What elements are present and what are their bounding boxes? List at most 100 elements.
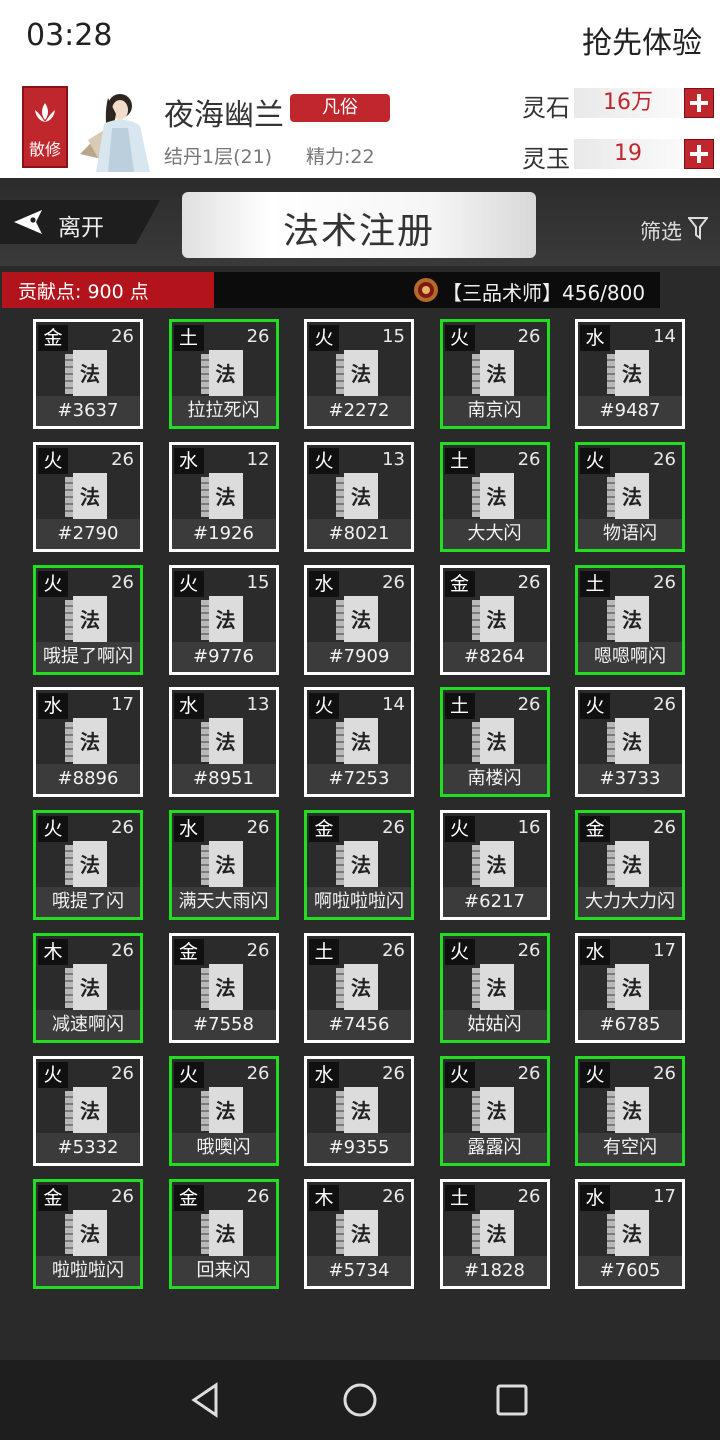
spell-card[interactable]: 土 26 法大大闪 — [439, 441, 550, 552]
spell-level: 26 — [517, 326, 541, 347]
spell-level: 17 — [653, 1185, 676, 1207]
spell-card[interactable]: 水 12 法 #1926 — [168, 441, 279, 552]
home-icon[interactable] — [338, 1378, 382, 1422]
spell-element: 水 — [580, 325, 610, 351]
spell-card[interactable]: 金 26 法 #3637 — [33, 319, 143, 429]
spell-card[interactable]: 土 26 法拉拉死闪 — [168, 319, 279, 429]
spell-element: 火 — [444, 325, 475, 351]
spell-card[interactable]: 火 16 法 #6217 — [439, 810, 550, 921]
spell-card[interactable]: 土 26 法 #7456 — [304, 933, 414, 1043]
spell-level: 26 — [382, 940, 405, 961]
spellbook-glyph: 法 — [344, 964, 378, 1012]
spellbook-glyph: 法 — [73, 595, 107, 644]
spell-card[interactable]: 金 26 法啊啦啦啦闪 — [304, 810, 414, 921]
spell-element: 金 — [309, 816, 339, 843]
spellbook-icon: 法 — [336, 841, 382, 890]
spell-card[interactable]: 木 26 法 #5734 — [304, 1178, 414, 1289]
spell-card[interactable]: 水 17 法 #7605 — [575, 1178, 685, 1289]
spell-level: 26 — [111, 1185, 134, 1207]
spell-name: #5332 — [36, 1132, 140, 1163]
spell-card[interactable]: 火 15 法 #2272 — [304, 319, 414, 429]
sect-badge[interactable]: 散修 — [22, 86, 68, 168]
spell-card[interactable]: 火 26 法 #2790 — [33, 441, 143, 552]
filter-button[interactable]: 筛选 — [640, 216, 682, 246]
back-icon[interactable] — [184, 1378, 228, 1422]
spell-card[interactable]: 土 26 法 #1828 — [439, 1178, 550, 1289]
spell-card[interactable]: 火 26 法有空闪 — [575, 1055, 685, 1166]
spellbook-glyph: 法 — [208, 595, 243, 644]
spell-card[interactable]: 火 26 法 #3733 — [575, 687, 685, 798]
filter-icon[interactable] — [688, 216, 708, 240]
rank-tag: 凡俗 — [290, 94, 390, 122]
spell-card[interactable]: 金 26 法回来闪 — [168, 1178, 279, 1289]
contribution-bar: 贡献点: 900 点 — [2, 272, 214, 308]
spell-level: 17 — [111, 694, 134, 716]
spell-card[interactable]: 火 26 法露露闪 — [439, 1055, 550, 1166]
spellbook-glyph: 法 — [344, 350, 378, 398]
spellbook-spine — [607, 599, 615, 640]
add-spirit-stone-button[interactable] — [684, 88, 714, 118]
spell-name: 啊啦啦啦闪 — [307, 887, 411, 918]
spellbook-spine — [336, 1090, 344, 1131]
spell-card[interactable]: 火 26 法姑姑闪 — [439, 933, 550, 1043]
spell-card[interactable]: 金 26 法 #8264 — [439, 564, 550, 675]
spell-card[interactable]: 木 26 法减速啊闪 — [33, 933, 143, 1043]
spell-level: 26 — [653, 694, 676, 716]
spellbook-icon: 法 — [336, 1086, 382, 1135]
spell-card[interactable]: 火 26 法哦噢闪 — [168, 1055, 279, 1166]
spellbook-icon: 法 — [200, 1086, 247, 1135]
spell-name: #1828 — [442, 1255, 547, 1286]
spell-name: 物语闪 — [578, 518, 682, 549]
spell-card[interactable]: 水 17 法 #6785 — [575, 933, 685, 1043]
spell-level: 26 — [382, 1185, 405, 1207]
spellbook-glyph: 法 — [615, 718, 649, 767]
spellbook-icon: 法 — [607, 472, 653, 521]
spell-level: 26 — [653, 817, 676, 839]
spell-card[interactable]: 火 26 法哦提了啊闪 — [33, 564, 143, 675]
spell-card[interactable]: 土 26 法嗯嗯啊闪 — [575, 564, 685, 675]
page-title: 法术注册 — [282, 211, 435, 252]
spellbook-icon: 法 — [200, 841, 247, 890]
spell-element: 火 — [309, 693, 339, 720]
spell-card[interactable]: 金 26 法啦啦啦闪 — [33, 1178, 143, 1289]
spell-element: 火 — [444, 816, 475, 843]
spell-card[interactable]: 土 26 法南楼闪 — [439, 687, 550, 798]
spellbook-icon: 法 — [65, 472, 111, 521]
system-navigation-bar — [0, 1360, 720, 1440]
add-spirit-jade-button[interactable] — [684, 139, 714, 169]
spell-card[interactable]: 水 13 法 #8951 — [168, 687, 279, 798]
spellbook-spine — [607, 1213, 615, 1254]
spellbook-glyph: 法 — [615, 472, 649, 521]
spell-card[interactable]: 火 26 法物语闪 — [575, 441, 685, 552]
spell-element: 火 — [309, 447, 339, 474]
spell-element: 水 — [173, 447, 204, 474]
spellbook-spine — [471, 1090, 480, 1131]
spell-card[interactable]: 水 14 法 #9487 — [575, 319, 685, 429]
spell-element: 水 — [173, 693, 204, 720]
spellbook-icon: 法 — [336, 718, 382, 767]
avatar[interactable] — [74, 84, 156, 172]
leave-button[interactable]: 离开 — [0, 200, 160, 244]
spell-card[interactable]: 火 26 法 #5332 — [33, 1055, 143, 1166]
spell-level: 26 — [246, 817, 270, 839]
spell-card[interactable]: 火 26 法南京闪 — [439, 319, 550, 429]
title-banner: 法术注册 — [182, 192, 536, 258]
spellbook-icon: 法 — [607, 1086, 653, 1135]
spell-card[interactable]: 水 26 法 #9355 — [304, 1055, 414, 1166]
spell-level: 26 — [246, 1062, 270, 1084]
spell-card[interactable]: 水 17 法 #8896 — [33, 687, 143, 798]
recents-icon[interactable] — [490, 1378, 534, 1422]
spell-card[interactable]: 金 26 法 #7558 — [168, 933, 279, 1043]
spell-card[interactable]: 水 26 法 #7909 — [304, 564, 414, 675]
spell-card[interactable]: 金 26 法大力大力闪 — [575, 810, 685, 921]
spell-level: 26 — [246, 940, 270, 961]
spell-card[interactable]: 火 13 法 #8021 — [304, 441, 414, 552]
spell-card[interactable]: 火 26 法哦提了闪 — [33, 810, 143, 921]
early-access-label[interactable]: 抢先体验 — [582, 18, 702, 62]
spell-level: 26 — [246, 326, 270, 347]
spell-card[interactable]: 火 15 法 #9776 — [168, 564, 279, 675]
spellbook-glyph: 法 — [615, 841, 649, 890]
spell-card[interactable]: 火 14 法 #7253 — [304, 687, 414, 798]
spell-card[interactable]: 水 26 法满天大雨闪 — [168, 810, 279, 921]
spellbook-spine — [336, 354, 344, 394]
